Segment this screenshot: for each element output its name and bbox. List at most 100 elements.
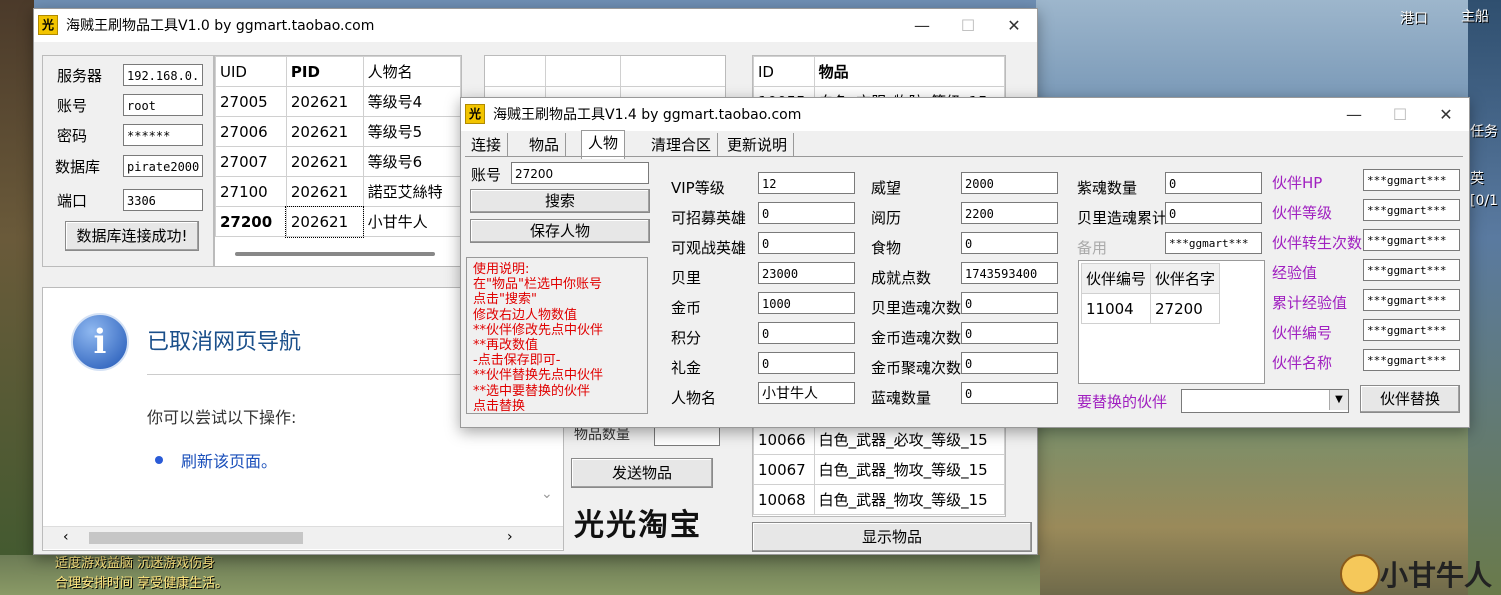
berry-input[interactable]: 23000	[758, 262, 855, 284]
table-row[interactable]: 27007 202621 等级号6	[215, 146, 461, 177]
maximize-button[interactable]: ☐	[1377, 98, 1423, 130]
partner-rebirth-input[interactable]: ***ggmart***	[1363, 229, 1460, 251]
col-pid[interactable]: PID	[285, 56, 364, 87]
maximize-button[interactable]: ☐	[945, 9, 991, 41]
table-row[interactable]: 27100 202621 諾亞艾絲特	[215, 176, 461, 207]
search-button[interactable]: 搜索	[470, 189, 650, 213]
berry-forge-input[interactable]: 0	[961, 292, 1058, 314]
table-row-selected[interactable]: 27200 202621 小甘牛人	[215, 205, 461, 238]
spectate-heroes-input[interactable]: 0	[758, 232, 855, 254]
back-titlebar[interactable]: 光 海贼王刷物品工具V1.0 by ggmart.taobao.com — ☐ …	[34, 9, 1037, 41]
gold-input[interactable]: 1000	[758, 292, 855, 314]
col-partner-id[interactable]: 伙伴编号	[1080, 263, 1152, 294]
partner-id-input[interactable]: ***ggmart***	[1363, 319, 1460, 341]
instructions-box: 使用说明: 在"物品"栏选中你账号 点击"搜索" 修改右边人物数值 **伙伴修改…	[466, 257, 648, 414]
close-button[interactable]: ✕	[991, 9, 1037, 41]
col-id[interactable]: ID	[753, 56, 815, 87]
table-row[interactable]: 27005 202621 等级号4	[215, 86, 461, 117]
browser-scrollbar[interactable]: ‹ ›	[43, 526, 563, 549]
horizontal-scrollbar[interactable]	[235, 252, 435, 256]
partner-name-input[interactable]: ***ggmart***	[1363, 349, 1460, 371]
table-row[interactable]: 27006 202621 等级号5	[215, 116, 461, 147]
counter-label: [0/1	[1470, 193, 1498, 209]
front-client-area: 连接 物品 人物 清理合区 更新说明 账号 27200 搜索 保存人物 使用说明…	[461, 130, 1469, 427]
scroll-left-icon[interactable]: ‹	[63, 529, 69, 545]
berry-forge-total-input[interactable]: 0	[1165, 202, 1262, 224]
save-character-button[interactable]: 保存人物	[470, 219, 650, 243]
connect-button[interactable]: 数据库连接成功!	[65, 221, 199, 251]
table-row[interactable]: 10066 白色_武器_必攻_等级_15	[753, 424, 1005, 455]
refresh-link[interactable]: 刷新该页面。	[181, 448, 277, 472]
partner-total-exp-input[interactable]: ***ggmart***	[1363, 289, 1460, 311]
chevron-down-icon[interactable]: ▼	[1329, 390, 1348, 410]
tab-character[interactable]: 人物	[581, 130, 626, 159]
task-label[interactable]: 任务	[1470, 121, 1498, 141]
partner-hp-input[interactable]: ***ggmart***	[1363, 169, 1460, 191]
scroll-right-icon[interactable]: ›	[507, 529, 513, 545]
show-items-button[interactable]: 显示物品	[752, 522, 1032, 552]
achievement-input[interactable]: 1743593400	[961, 262, 1058, 284]
gold-gather-input[interactable]: 0	[961, 352, 1058, 374]
back-window-title: 海贼王刷物品工具V1.0 by ggmart.taobao.com	[66, 18, 375, 34]
port-input[interactable]: 3306	[123, 189, 203, 211]
col-item[interactable]: 物品	[813, 56, 1005, 87]
password-input[interactable]: ******	[123, 124, 203, 146]
tab-changelog[interactable]: 更新说明	[721, 133, 795, 157]
tab-connect[interactable]: 连接	[465, 133, 509, 157]
table-row[interactable]: 10067 白色_武器_物攻_等级_15	[753, 454, 1005, 485]
send-items-button[interactable]: 发送物品	[571, 458, 713, 488]
gold-forge-input[interactable]: 0	[961, 322, 1058, 344]
port-label[interactable]: 港口	[1400, 8, 1428, 28]
recruit-heroes-input[interactable]: 0	[758, 202, 855, 224]
partner-name-cell: 27200	[1150, 293, 1221, 324]
experience-input[interactable]: 2200	[961, 202, 1058, 224]
items-table-header: ID 物品	[753, 56, 1005, 87]
front-titlebar[interactable]: 光 海贼王刷物品工具V1.4 by ggmart.taobao.com — ☐ …	[461, 98, 1469, 130]
pid-cell: 202621	[285, 86, 364, 117]
points-input[interactable]: 0	[758, 322, 855, 344]
player-list[interactable]: UID PID 人物名 27005 202621 等级号4 27006 202621 等…	[214, 55, 462, 267]
item-cell: 白色_武器_物攻_等级_15	[813, 454, 1005, 485]
id-cell: 10066	[753, 424, 815, 455]
replace-partner-select[interactable]: ▼	[1181, 389, 1349, 413]
close-button[interactable]: ✕	[1423, 98, 1469, 130]
ship-label[interactable]: 主船	[1461, 6, 1489, 26]
account-input[interactable]: root	[123, 94, 203, 116]
char-account-input[interactable]: 27200	[511, 162, 649, 184]
name-cell: 等级号6	[362, 146, 461, 177]
char-name-input[interactable]: 小甘牛人	[758, 382, 855, 404]
tab-cleanup[interactable]: 清理合区	[645, 133, 719, 157]
col-name[interactable]: 人物名	[362, 56, 461, 87]
instruction-line: **伙伴替换先点中伙伴	[473, 368, 604, 384]
vip-level-label: VIP等级	[671, 179, 725, 197]
table-row[interactable]: 11004 27200	[1080, 293, 1221, 324]
table-row[interactable]: 10068 白色_武器_物攻_等级_15	[753, 484, 1005, 515]
purple-soul-input[interactable]: 0	[1165, 172, 1262, 194]
game-left-panel	[0, 0, 34, 595]
tab-items[interactable]: 物品	[523, 133, 567, 157]
chevron-down-icon[interactable]: ⌄	[541, 486, 553, 502]
scroll-thumb[interactable]	[89, 532, 303, 544]
char-name-label: 人物名	[671, 389, 717, 407]
minimize-button[interactable]: —	[1331, 98, 1377, 130]
vip-level-input[interactable]: 12	[758, 172, 855, 194]
prestige-input[interactable]: 2000	[961, 172, 1058, 194]
database-input[interactable]: pirate2000	[123, 155, 203, 177]
partner-list[interactable]: 伙伴编号 伙伴名字 11004 27200	[1078, 260, 1265, 384]
col-partner-name[interactable]: 伙伴名字	[1150, 263, 1221, 294]
col-uid[interactable]: UID	[215, 56, 287, 87]
pid-cell: 202621	[285, 116, 364, 147]
partner-level-input[interactable]: ***ggmart***	[1363, 199, 1460, 221]
server-input[interactable]: 192.168.0.	[123, 64, 203, 86]
partner-exp-input[interactable]: ***ggmart***	[1363, 259, 1460, 281]
food-input[interactable]: 0	[961, 232, 1058, 254]
reserve-input[interactable]: ***ggmart***	[1165, 232, 1262, 254]
blue-soul-input[interactable]: 0	[961, 382, 1058, 404]
gold-gather-label: 金币聚魂次数	[871, 359, 962, 377]
gift-cash-input[interactable]: 0	[758, 352, 855, 374]
watermark-text: 小甘牛人	[1380, 559, 1493, 592]
minimize-button[interactable]: —	[899, 9, 945, 41]
items-table-lower: 10066 白色_武器_必攻_等级_15 10067 白色_武器_物攻_等级_15 …	[753, 424, 1005, 515]
health-notice-2: 合理安排时间 享受健康生活。	[55, 576, 229, 591]
replace-partner-button[interactable]: 伙伴替换	[1360, 385, 1460, 413]
